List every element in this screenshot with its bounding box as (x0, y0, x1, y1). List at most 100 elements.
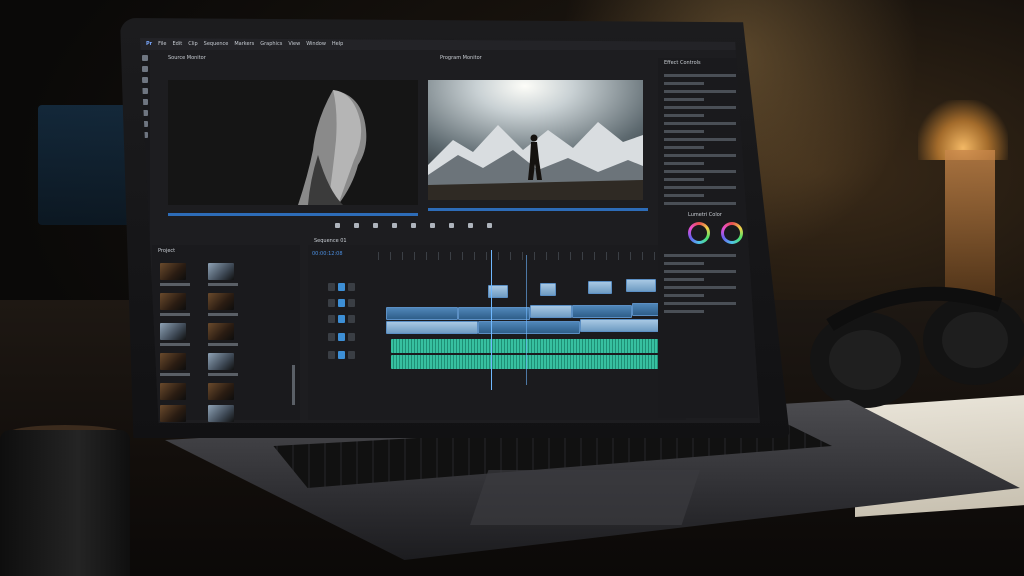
export-frame-icon[interactable] (487, 222, 492, 228)
timeline-clip[interactable] (626, 279, 656, 292)
property-row[interactable] (664, 130, 704, 133)
program-monitor-view[interactable] (428, 80, 643, 200)
media-thumbnail[interactable] (208, 323, 234, 340)
property-row[interactable] (664, 170, 736, 173)
menu-item-window[interactable]: Window (306, 41, 326, 47)
timeline-timecode[interactable]: 00:00:12:08 (312, 251, 343, 257)
project-scrollbar[interactable] (292, 365, 295, 405)
program-monitor-title[interactable]: Program Monitor (440, 54, 482, 63)
property-row[interactable] (664, 310, 704, 313)
timeline-clip[interactable] (540, 283, 556, 296)
property-row[interactable] (664, 82, 704, 85)
property-row[interactable] (664, 202, 736, 205)
media-thumbnail[interactable] (160, 405, 186, 422)
step-back-icon[interactable] (392, 222, 397, 228)
track-target-icon[interactable] (338, 298, 345, 307)
track-target-icon[interactable] (338, 282, 345, 291)
media-thumbnail[interactable] (208, 263, 234, 280)
property-row[interactable] (664, 162, 704, 165)
audio-clip[interactable] (391, 355, 679, 369)
menu-item-view[interactable]: View (288, 41, 300, 47)
property-row[interactable] (664, 254, 736, 257)
color-wheel-highlights[interactable] (721, 222, 743, 244)
effect-controls-title[interactable]: Effect Controls (664, 60, 701, 66)
property-row[interactable] (664, 114, 704, 117)
menu-item-help[interactable]: Help (332, 41, 343, 47)
property-row[interactable] (664, 106, 736, 109)
timeline-clip[interactable] (588, 281, 612, 294)
audio-clip[interactable] (391, 339, 679, 353)
property-row[interactable] (664, 302, 736, 305)
selection-icon[interactable] (142, 55, 148, 61)
track-lock-icon[interactable] (328, 332, 335, 341)
ripple-edit-icon[interactable] (142, 77, 148, 83)
track-target-icon[interactable] (338, 350, 345, 359)
property-row[interactable] (664, 194, 704, 197)
property-row[interactable] (664, 278, 704, 281)
menu-item-app[interactable]: Pr (146, 41, 152, 47)
color-wheel-midtones[interactable] (688, 222, 710, 244)
media-thumbnail[interactable] (208, 383, 234, 400)
media-thumbnail[interactable] (160, 293, 186, 310)
track-mute-icon[interactable] (348, 332, 355, 341)
timeline-clip[interactable] (386, 307, 458, 320)
timeline-clip[interactable] (458, 307, 530, 320)
property-row[interactable] (664, 90, 736, 93)
property-row[interactable] (664, 178, 704, 181)
play-icon[interactable] (411, 222, 416, 228)
timeline-clip[interactable] (572, 305, 632, 318)
timeline-clip[interactable] (478, 321, 580, 334)
lift-icon[interactable] (449, 222, 454, 228)
property-row[interactable] (664, 286, 736, 289)
property-row[interactable] (664, 186, 736, 189)
property-row[interactable] (664, 74, 736, 77)
timeline-clip[interactable] (386, 321, 478, 334)
track-lock-icon[interactable] (328, 298, 335, 307)
menu-item-markers[interactable]: Markers (234, 41, 254, 47)
playhead[interactable] (491, 250, 492, 390)
track-lock-icon[interactable] (328, 282, 335, 291)
program-scrubber[interactable] (428, 208, 648, 211)
menu-item-sequence[interactable]: Sequence (204, 41, 229, 47)
track-eye-icon[interactable] (348, 298, 355, 307)
property-row[interactable] (664, 294, 704, 297)
lumetri-title[interactable]: Lumetri Color (688, 212, 722, 218)
menu-item-file[interactable]: File (158, 41, 166, 47)
source-monitor-title[interactable]: Source Monitor (168, 54, 206, 63)
menu-item-edit[interactable]: Edit (173, 41, 183, 47)
media-thumbnail[interactable] (160, 263, 186, 280)
media-thumbnail[interactable] (208, 405, 234, 422)
track-eye-icon[interactable] (348, 282, 355, 291)
property-row[interactable] (664, 270, 736, 273)
media-thumbnail[interactable] (208, 353, 234, 370)
media-thumbnail[interactable] (160, 383, 186, 400)
media-thumbnail[interactable] (160, 323, 186, 340)
menu-item-graphics[interactable]: Graphics (260, 41, 282, 47)
razor-icon[interactable] (142, 88, 148, 94)
playhead-marker[interactable] (526, 255, 527, 385)
marker-icon[interactable] (335, 222, 340, 228)
track-lock-icon[interactable] (328, 314, 335, 323)
track-eye-icon[interactable] (348, 314, 355, 323)
track-select-icon[interactable] (142, 66, 148, 72)
timeline-clip[interactable] (530, 305, 572, 318)
property-row[interactable] (664, 146, 704, 149)
track-lock-icon[interactable] (328, 350, 335, 359)
media-thumbnail[interactable] (160, 353, 186, 370)
in-point-icon[interactable] (354, 222, 359, 228)
time-ruler[interactable] (378, 252, 678, 260)
track-target-icon[interactable] (338, 332, 345, 341)
menu-item-clip[interactable]: Clip (188, 41, 197, 47)
property-row[interactable] (664, 138, 736, 141)
property-row[interactable] (664, 122, 736, 125)
extract-icon[interactable] (468, 222, 473, 228)
project-panel-title[interactable]: Project (158, 247, 175, 256)
step-forward-icon[interactable] (430, 222, 435, 228)
property-row[interactable] (664, 262, 704, 265)
source-scrubber[interactable] (168, 213, 418, 216)
out-point-icon[interactable] (373, 222, 378, 228)
timeline-title[interactable]: Sequence 01 (314, 237, 347, 246)
track-mute-icon[interactable] (348, 350, 355, 359)
property-row[interactable] (664, 154, 736, 157)
media-thumbnail[interactable] (208, 293, 234, 310)
